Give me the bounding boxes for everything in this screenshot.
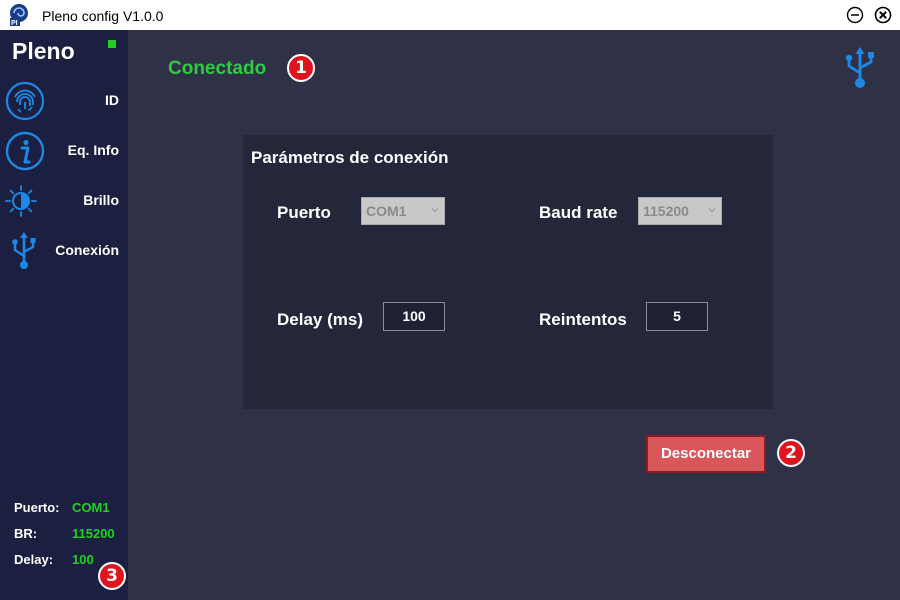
title-bar: PI Pleno config V1.0.0	[0, 0, 900, 30]
info-delay: Delay: 100	[14, 552, 94, 567]
info-br-value: 115200	[72, 526, 115, 541]
sidebar-item-label: Conexión	[55, 242, 119, 258]
chevron-down-icon	[708, 208, 716, 213]
info-br: BR: 115200	[14, 526, 115, 541]
connection-parameters-panel: Parámetros de conexión Puerto COM1 Baud …	[243, 135, 773, 409]
connection-status: Conectado	[168, 58, 267, 79]
chevron-down-icon	[431, 208, 439, 213]
panel-title: Parámetros de conexión	[251, 148, 449, 167]
baud-rate-select[interactable]: 115200	[638, 197, 722, 225]
puerto-select-value: COM1	[366, 203, 407, 219]
brand-title: Pleno	[12, 38, 75, 64]
close-icon[interactable]	[874, 6, 892, 24]
info-icon	[5, 131, 45, 171]
retries-input[interactable]: 5	[646, 302, 708, 331]
sidebar-item-label: ID	[105, 92, 119, 108]
usb-icon	[12, 232, 36, 269]
sidebar-item-conexion[interactable]: Conexión	[0, 228, 128, 274]
info-puerto: Puerto: COM1	[14, 500, 110, 515]
window-title: Pleno config V1.0.0	[42, 8, 164, 24]
minimize-icon[interactable]	[846, 6, 864, 24]
delay-label: Delay (ms)	[277, 310, 363, 329]
delay-input[interactable]: 100	[383, 302, 445, 331]
info-br-label: BR:	[14, 526, 38, 541]
brightness-icon	[5, 185, 37, 217]
info-puerto-label: Puerto:	[14, 500, 60, 515]
sidebar-item-label: Eq. Info	[67, 142, 119, 158]
disconnect-button[interactable]: Desconectar	[646, 435, 766, 473]
info-delay-label: Delay:	[14, 552, 54, 567]
info-delay-value: 100	[72, 552, 94, 567]
info-puerto-value: COM1	[72, 500, 110, 515]
annotation-badge-3: 3	[98, 562, 126, 590]
status-indicator	[108, 40, 116, 48]
app-logo-icon: PI	[10, 4, 28, 27]
annotation-badge-1: 1	[287, 54, 315, 82]
sidebar-item-brillo[interactable]: Brillo	[0, 178, 128, 224]
fingerprint-icon	[5, 81, 45, 121]
sidebar-item-eq-info[interactable]: Eq. Info	[0, 128, 128, 174]
sidebar: Pleno ID Eq. Info Brillo Conexión Puerto…	[0, 30, 128, 600]
sidebar-item-id[interactable]: ID	[0, 78, 128, 124]
sidebar-item-label: Brillo	[83, 192, 119, 208]
usb-icon[interactable]	[840, 46, 880, 90]
retries-label: Reintentos	[539, 310, 627, 329]
baud-rate-label: Baud rate	[539, 203, 618, 222]
annotation-badge-2: 2	[777, 439, 805, 467]
puerto-label: Puerto	[277, 203, 331, 222]
puerto-select[interactable]: COM1	[361, 197, 445, 225]
svg-text:PI: PI	[11, 20, 18, 27]
baud-rate-select-value: 115200	[643, 203, 689, 219]
